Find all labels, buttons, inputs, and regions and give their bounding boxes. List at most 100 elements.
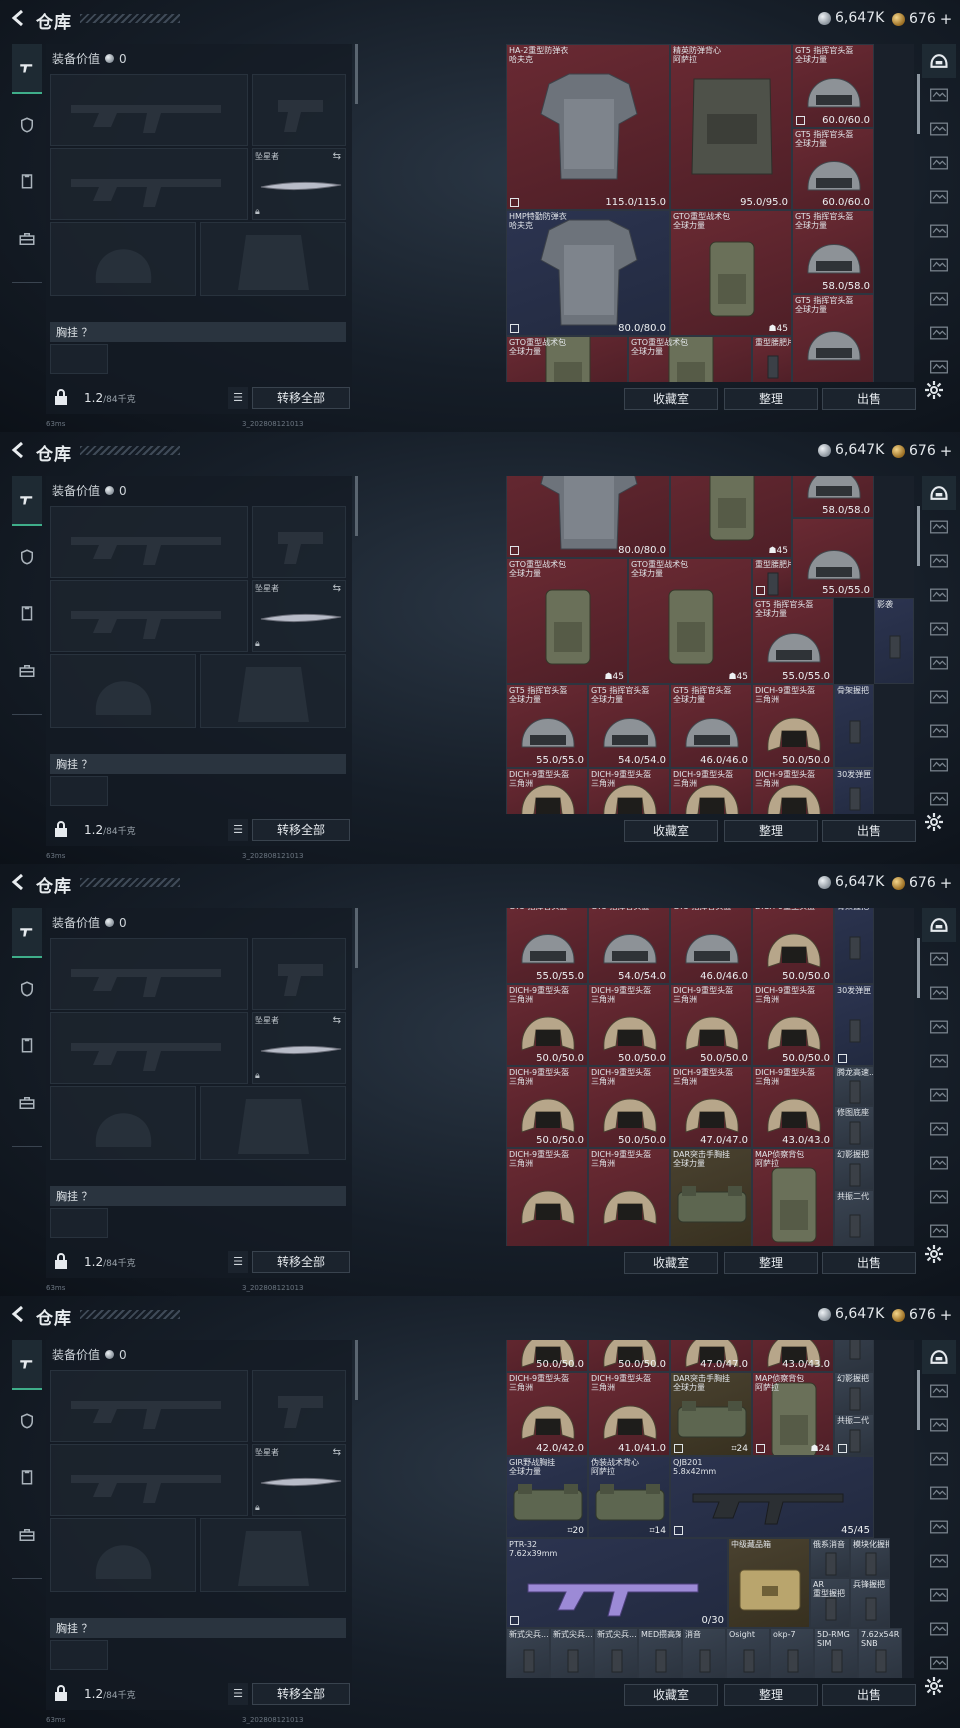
loadout-scrollbar[interactable] [355,908,358,968]
stash-item[interactable]: 修图底座 [834,1106,874,1148]
stash-item[interactable]: 共振二代 [834,1190,874,1246]
stash-item[interactable]: 重型腰肥片 [752,336,792,382]
stash-item[interactable]: GTO重型战术包 全球力量 [506,336,628,382]
weapon-tab-icon[interactable] [12,1340,42,1390]
organize-button[interactable]: 整理 [724,1252,818,1274]
stash-item[interactable]: GT5 指挥官头盔 55.0/55.0 [506,908,588,984]
sell-button[interactable]: 出售 [822,388,916,410]
category-tab-icon[interactable] [922,1510,956,1544]
stash-item[interactable]: 模块化握把 [850,1538,890,1578]
swap-icon[interactable]: ⇆ [333,1447,341,1458]
organize-button[interactable]: 整理 [724,820,818,842]
chest-rig-tab-icon[interactable] [12,1030,42,1060]
stash-item[interactable]: AR 重型握把 [810,1578,850,1628]
bag-tab-icon[interactable] [12,1520,42,1550]
melee-slot[interactable]: 坠星者 ⇆ 🔒︎ [252,1012,346,1084]
stash-item[interactable]: GTO重型战术包 全球力量 ☗45 [670,210,792,336]
category-tab-icon[interactable] [922,1214,956,1248]
stash-item[interactable]: 共振二代 [834,1414,874,1456]
stash-item[interactable]: DICH-9重型头盔 三角洲 50.0/50.0 [588,1066,670,1148]
stash-scrollbar[interactable] [917,74,920,134]
pistol-slot[interactable] [252,506,346,578]
category-tab-icon[interactable] [922,1078,956,1112]
swap-icon[interactable]: ⇆ [333,583,341,594]
stash-item[interactable] [834,1340,874,1372]
organize-button[interactable]: 整理 [724,1684,818,1706]
stash-item[interactable]: GT5 指挥官头盔 全球力量 55.0/55.0 [506,684,588,768]
stash-item[interactable]: Osight [726,1628,770,1678]
transfer-all-button[interactable]: 转移全部 [252,387,350,409]
sell-button[interactable]: 出售 [822,820,916,842]
loadout-scrollbar[interactable] [355,44,358,104]
category-tab-icon[interactable] [922,782,956,816]
category-tab-icon[interactable] [922,146,956,180]
stash-item[interactable]: 50.0/50.0 [588,1340,670,1372]
back-icon[interactable] [10,873,28,891]
category-tab-icon[interactable] [922,976,956,1010]
category-tab-icon[interactable] [922,248,956,282]
stash-item[interactable]: GT5 指挥官头盔 全球力量 55.0/55.0 [752,598,834,684]
stash-item[interactable]: DICH-9重型头盔 三角洲 50.0/50.0 [506,984,588,1066]
stash-item[interactable]: 中级藏品箱 [728,1538,810,1628]
category-tab-icon[interactable] [922,714,956,748]
stash-item[interactable]: DICH-9重型头盔 三角洲 50.0/50.0 [506,1066,588,1148]
category-tab-icon[interactable] [922,282,956,316]
gold-balance[interactable]: 676 + [892,874,952,892]
category-tab-icon[interactable] [922,1112,956,1146]
loadout-scrollbar[interactable] [355,1340,358,1400]
organize-button[interactable]: 整理 [724,388,818,410]
stash-item[interactable]: 幻影握把 [834,1372,874,1414]
stash-item[interactable]: DICH-9重型头盔 三角洲 [588,768,670,814]
chest-rig-item-slot[interactable] [50,776,108,806]
secondary-weapon-slot[interactable] [50,580,248,652]
all-items-icon[interactable] [922,1340,956,1374]
stash-item[interactable]: 30发弹匣 [834,984,874,1066]
transfer-all-button[interactable]: 转移全部 [252,819,350,841]
helmet-slot[interactable] [50,222,196,296]
sell-button[interactable]: 出售 [822,1684,916,1706]
bag-tab-icon[interactable] [12,1088,42,1118]
stash-item[interactable]: GT5 指挥官头盔 全球力量 60.0/60.0 [792,44,874,128]
list-view-button[interactable]: ☰ [228,819,248,841]
list-view-button[interactable]: ☰ [228,387,248,409]
category-tab-icon[interactable] [922,1442,956,1476]
stash-scrollbar[interactable] [917,1370,920,1430]
collection-button[interactable]: 收藏室 [624,1684,718,1706]
primary-weapon-slot[interactable] [50,74,248,146]
chest-rig-item-slot[interactable] [50,1208,108,1238]
settings-gear-icon[interactable] [924,812,944,832]
stash-item[interactable]: 43.0/43.0 [752,1340,834,1372]
transfer-all-button[interactable]: 转移全部 [252,1251,350,1273]
back-icon[interactable] [10,441,28,459]
stash-item[interactable]: GTO重型战术包 全球力量 [628,336,752,382]
category-tab-icon[interactable] [922,214,956,248]
category-tab-icon[interactable] [922,350,956,384]
stash-item[interactable]: DICH-9重型头盔 三角洲 [506,768,588,814]
category-tab-icon[interactable] [922,942,956,976]
stash-item[interactable]: 兵锋握把 [850,1578,890,1628]
stash-item[interactable]: MAP侦察背包 阿萨拉 ☗24 [752,1372,834,1456]
armor-slot[interactable] [200,222,346,296]
category-tab-icon[interactable] [922,578,956,612]
category-tab-icon[interactable] [922,646,956,680]
stash-item[interactable]: DICH-9重型头盔 三角洲 47.0/47.0 [670,1066,752,1148]
category-tab-icon[interactable] [922,612,956,646]
stash-item[interactable]: DICH-9重型头盔 50.0/50.0 [752,908,834,984]
primary-weapon-slot[interactable] [50,938,248,1010]
category-tab-icon[interactable] [922,1578,956,1612]
list-view-button[interactable]: ☰ [228,1683,248,1705]
stash-item[interactable]: 俄系消音 [810,1538,850,1578]
sell-button[interactable]: 出售 [822,1252,916,1274]
stash-item[interactable]: 55.0/55.0 [792,518,874,598]
stash-item[interactable]: DICH-9重型头盔 三角洲 42.0/42.0 [506,1372,588,1456]
stash-item[interactable]: 精英防弹背心 阿萨拉 95.0/95.0 [670,44,792,210]
stash-item[interactable]: GT5 指挥官头盔 46.0/46.0 [670,908,752,984]
armor-slot[interactable] [200,1518,346,1592]
chest-rig-item-slot[interactable] [50,1640,108,1670]
weapon-tab-icon[interactable] [12,908,42,958]
plus-icon[interactable]: + [940,442,953,460]
helmet-slot[interactable] [50,1086,196,1160]
stash-item[interactable]: HMP特勤防弹衣 哈夫克 80.0/80.0 [506,210,670,336]
stash-item[interactable]: DICH-9重型头盔 三角洲 41.0/41.0 [588,1372,670,1456]
stash-item[interactable]: DICH-9重型头盔 三角洲 [752,768,834,814]
